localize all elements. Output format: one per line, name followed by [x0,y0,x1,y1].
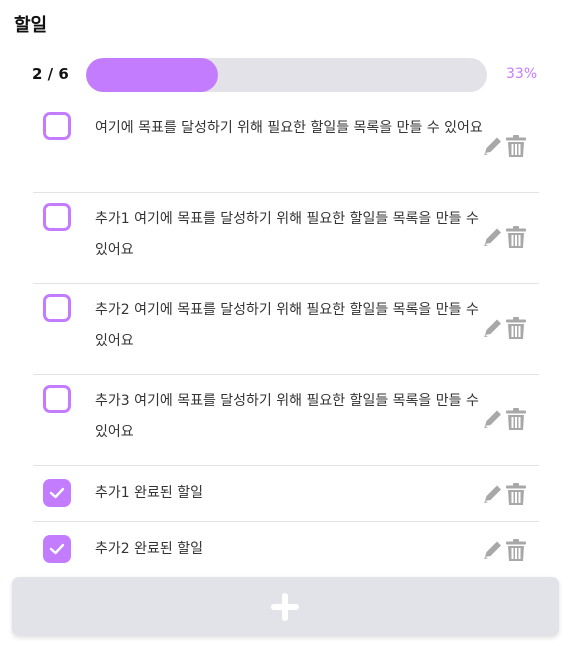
todo-text: 추가3 여기에 목표를 달성하기 위해 필요한 할일들 목록을 만들 수 있어요 [95,393,479,440]
todo-item: 추가2 여기에 목표를 달성하기 위해 필요한 할일들 목록을 만들 수 있어요 [33,284,539,375]
plus-icon [271,593,299,621]
edit-icon[interactable] [482,317,504,341]
todo-text: 여기에 목표를 달성하기 위해 필요한 할일들 목록을 만들 수 있어요 [95,120,483,136]
add-todo-button[interactable] [12,577,559,636]
todo-item: 추가2 완료된 할일 [33,522,539,578]
progress-row: 2 / 6 33% [0,58,572,92]
trash-icon[interactable] [505,407,527,431]
todo-checkbox[interactable] [43,112,71,140]
trash-icon[interactable] [505,225,527,249]
todo-item: 추가3 여기에 목표를 달성하기 위해 필요한 할일들 목록을 만들 수 있어요 [33,375,539,466]
todo-checkbox[interactable] [43,385,71,413]
edit-icon[interactable] [482,135,504,159]
checkmark-icon [49,543,65,555]
trash-icon[interactable] [505,538,527,562]
todo-checkbox[interactable] [43,203,71,231]
edit-icon[interactable] [482,226,504,250]
trash-icon[interactable] [505,316,527,340]
todo-item: 여기에 목표를 달성하기 위해 필요한 할일들 목록을 만들 수 있어요 [33,102,539,193]
todo-text: 추가1 여기에 목표를 달성하기 위해 필요한 할일들 목록을 만들 수 있어요 [95,211,479,258]
todo-item: 추가1 완료된 할일 [33,466,539,522]
todo-list: 여기에 목표를 달성하기 위해 필요한 할일들 목록을 만들 수 있어요 추가1… [33,102,539,578]
trash-icon[interactable] [505,134,527,158]
todo-text: 추가1 완료된 할일 [95,485,203,501]
checkmark-icon [49,487,65,499]
edit-icon[interactable] [482,408,504,432]
trash-icon[interactable] [505,482,527,506]
progress-count: 2 / 6 [32,65,69,83]
todo-checkbox[interactable] [43,294,71,322]
edit-icon[interactable] [482,483,504,507]
progress-bar [86,58,487,92]
todo-text: 추가2 완료된 할일 [95,541,203,557]
page-title: 할일 [14,15,48,36]
todo-checkbox[interactable] [43,535,71,563]
progress-percent: 33% [506,66,538,82]
todo-text: 추가2 여기에 목표를 달성하기 위해 필요한 할일들 목록을 만들 수 있어요 [95,302,479,349]
todo-item: 추가1 여기에 목표를 달성하기 위해 필요한 할일들 목록을 만들 수 있어요 [33,193,539,284]
edit-icon[interactable] [482,539,504,563]
todo-checkbox[interactable] [43,479,71,507]
progress-bar-fill [86,58,219,92]
